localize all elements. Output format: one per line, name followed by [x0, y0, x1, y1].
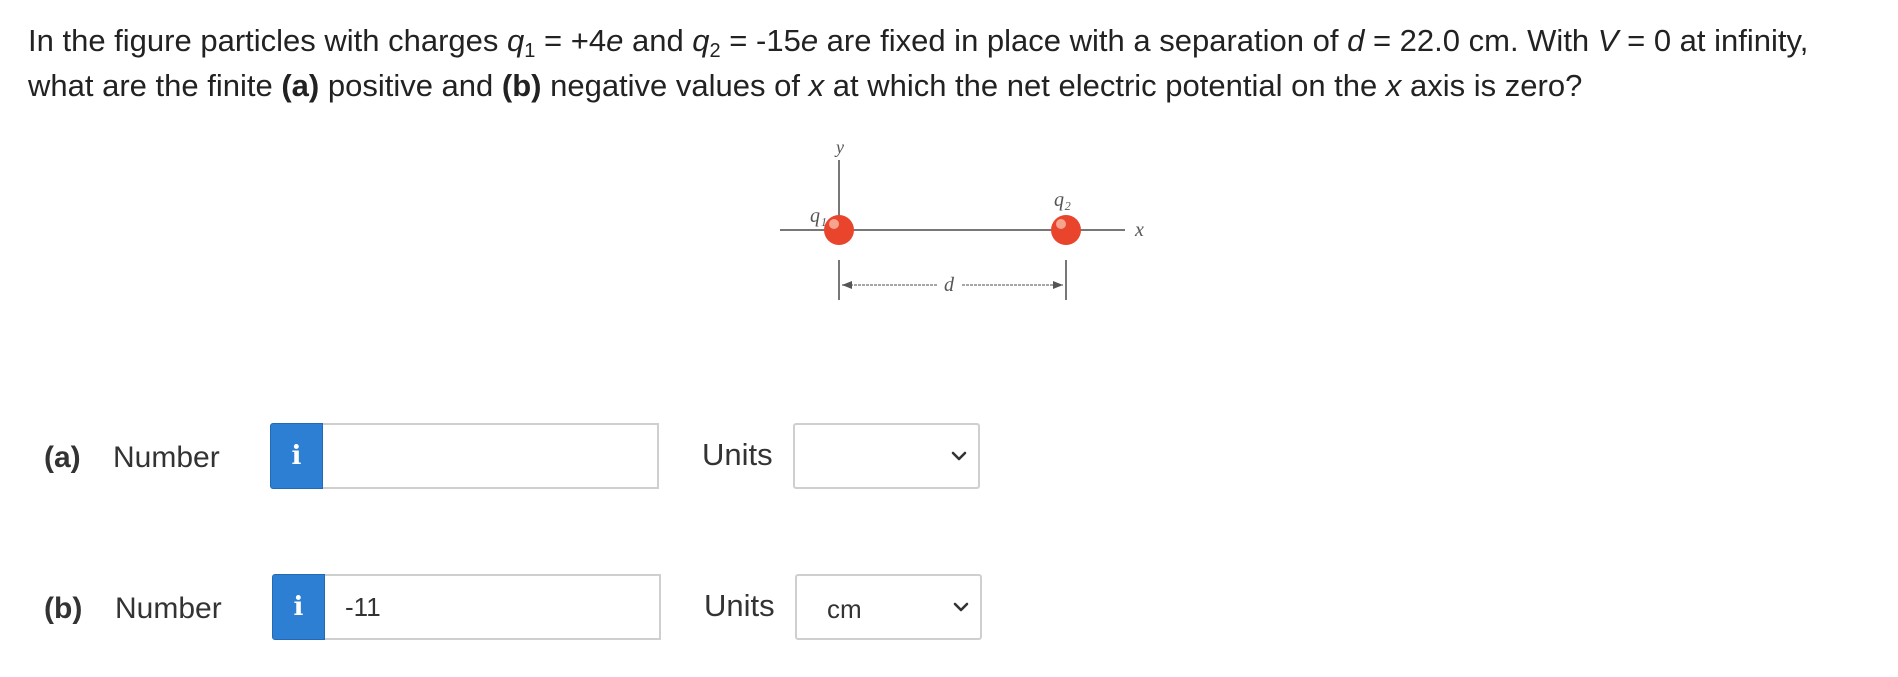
x-symbol: x	[1385, 68, 1402, 103]
answer-row-b: (b) Number i Units cm	[0, 574, 1898, 640]
charge-diagram: y x q₁ q₂ d	[770, 130, 1170, 310]
e-symbol: e	[800, 23, 819, 58]
question-mid: are fixed in place with a separation of	[818, 23, 1348, 58]
question-and: and	[623, 23, 693, 58]
part-b-label: (b)	[44, 592, 83, 625]
part-a-ref: (a)	[281, 68, 320, 103]
y-axis-label: y	[834, 137, 844, 157]
chevron-down-icon	[953, 602, 969, 612]
q2-value: = -15	[720, 23, 801, 58]
q1-charge	[824, 215, 854, 245]
x-symbol: x	[808, 68, 825, 103]
x-axis-label: x	[1134, 219, 1144, 241]
q1-subscript: 1	[524, 40, 536, 62]
v-symbol: V	[1597, 23, 1619, 58]
chevron-down-icon	[951, 451, 967, 461]
charge-diagram-svg: y x q₁ q₂ d	[780, 137, 1144, 300]
d-label: d	[944, 274, 955, 296]
info-icon[interactable]: i	[272, 574, 325, 640]
units-select-b[interactable]: cm	[795, 574, 982, 640]
question-intro: In the figure particles with charges	[28, 23, 508, 58]
q1-highlight	[829, 219, 839, 229]
number-label-b: Number	[115, 592, 222, 625]
q1-symbol: q	[507, 23, 525, 58]
d-symbol: d	[1347, 23, 1365, 58]
number-input-a[interactable]	[323, 423, 659, 489]
answer-row-a: (a) Number i Units	[0, 423, 1898, 489]
units-label-a: Units	[702, 437, 773, 472]
question-end: axis is zero?	[1401, 68, 1583, 103]
part-b-ref: (b)	[501, 68, 542, 103]
q2-charge	[1051, 215, 1081, 245]
question-negative: negative values of	[541, 68, 809, 103]
q2-subscript: 2	[709, 40, 721, 62]
q2-symbol: q	[692, 23, 710, 58]
q2-label: q₂	[1054, 189, 1071, 211]
units-select-a[interactable]	[793, 423, 980, 489]
units-label-b: Units	[704, 588, 775, 623]
info-icon[interactable]: i	[270, 423, 323, 489]
d-value: = 22.0 cm. With	[1364, 23, 1598, 58]
e-symbol: e	[606, 23, 624, 58]
question-text: In the figure particles with charges q1 …	[28, 18, 1878, 108]
number-input-b[interactable]	[325, 574, 661, 640]
d-right-arrow	[1053, 281, 1063, 289]
question-positive: positive and	[319, 68, 502, 103]
q2-highlight	[1056, 219, 1066, 229]
q1-value: = +4	[535, 23, 607, 58]
number-label-a: Number	[113, 441, 220, 474]
units-select-b-value: cm	[827, 594, 862, 624]
d-left-arrow	[842, 281, 852, 289]
question-at-which: at which the net electric potential on t…	[824, 68, 1386, 103]
q1-label: q₁	[810, 205, 827, 227]
part-a-label: (a)	[44, 441, 81, 474]
